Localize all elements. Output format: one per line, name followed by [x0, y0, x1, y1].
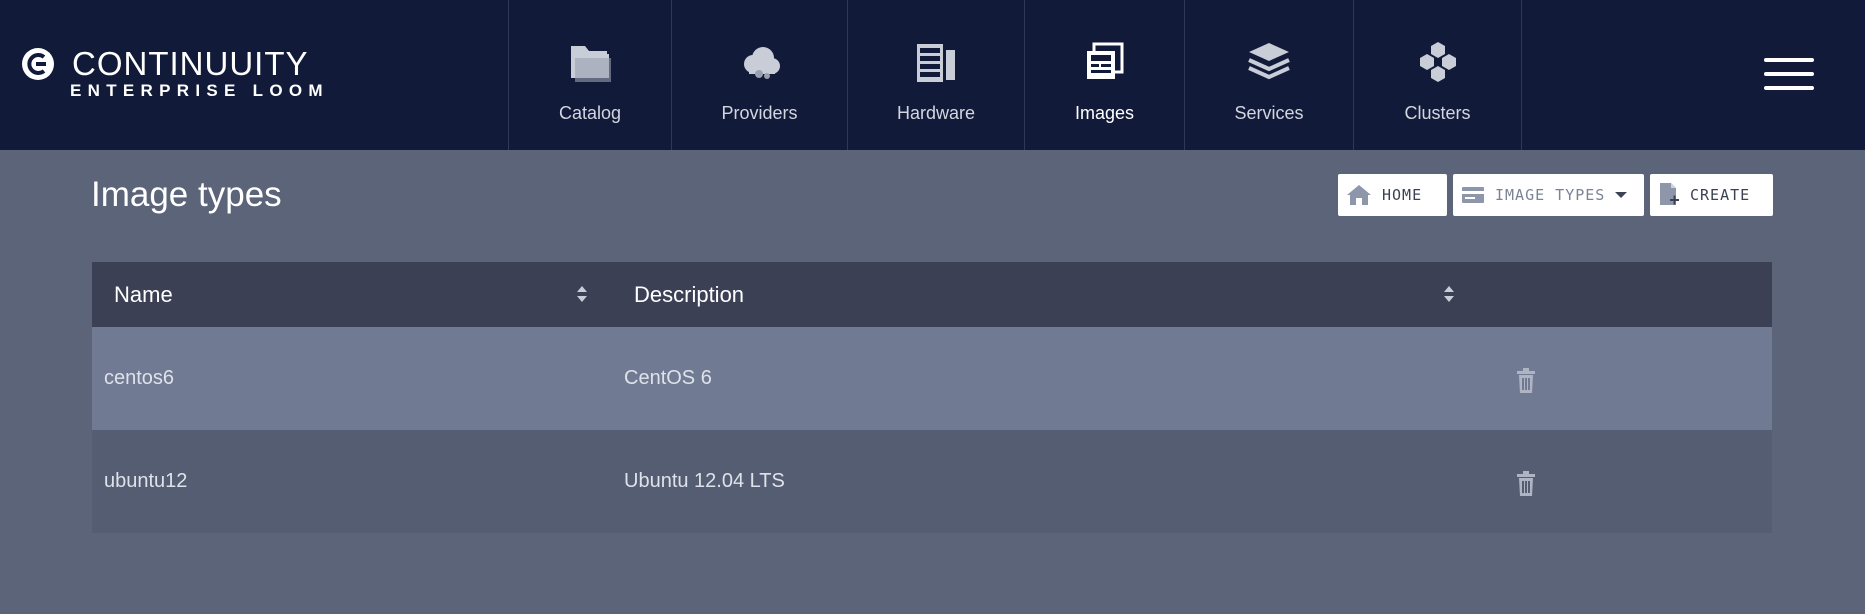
tab-catalog-label: Catalog [558, 103, 622, 123]
cell-name: centos6 [104, 367, 175, 389]
card-icon [1462, 187, 1484, 203]
top-navigation-bar: CONTINUUITY ENTERPRISE LOOM Catalog Prov… [0, 0, 1865, 150]
image-types-dropdown[interactable]: IMAGE TYPES [1453, 174, 1644, 216]
table-header: Name Description [92, 262, 1772, 327]
image-types-table: Name Description centos6 CentOS 6 ubuntu… [92, 262, 1772, 533]
home-button-label: HOME [1382, 186, 1423, 204]
chevron-down-icon [1615, 192, 1628, 198]
column-header-name[interactable]: Name [114, 262, 173, 327]
tab-images[interactable]: Images [1024, 0, 1184, 150]
cell-name: ubuntu12 [104, 470, 188, 492]
cubes-icon [1419, 42, 1456, 82]
sort-icon[interactable] [575, 282, 589, 306]
tab-providers[interactable]: Providers [671, 0, 847, 150]
brand-logo[interactable]: CONTINUUITY ENTERPRISE LOOM [20, 44, 350, 104]
tab-hardware-label: Hardware [896, 103, 976, 123]
continuuity-logo-icon [22, 48, 54, 80]
home-icon [1347, 185, 1371, 205]
tab-clusters-label: Clusters [1404, 103, 1471, 123]
sort-icon[interactable] [1442, 282, 1456, 306]
tab-hardware[interactable]: Hardware [847, 0, 1024, 150]
home-button[interactable]: HOME [1338, 174, 1447, 216]
trash-icon[interactable] [1514, 470, 1538, 498]
tab-services[interactable]: Services [1184, 0, 1353, 150]
image-types-label: IMAGE TYPES [1495, 186, 1606, 204]
table-row[interactable]: ubuntu12 Ubuntu 12.04 LTS [92, 430, 1772, 533]
tab-clusters[interactable]: Clusters [1353, 0, 1522, 150]
tab-images-label: Images [1074, 103, 1135, 123]
create-button-label: CREATE [1690, 186, 1751, 204]
brand-title: CONTINUUITY [72, 45, 309, 82]
tab-services-label: Services [1234, 103, 1304, 123]
image-stack-icon [1086, 42, 1123, 79]
add-file-icon [1660, 183, 1679, 205]
tab-catalog[interactable]: Catalog [508, 0, 671, 150]
layers-icon [1248, 43, 1290, 80]
create-button[interactable]: CREATE [1650, 174, 1773, 216]
cell-description: Ubuntu 12.04 LTS [624, 470, 785, 492]
column-header-description[interactable]: Description [634, 262, 744, 327]
cloud-icon [743, 47, 780, 79]
cell-description: CentOS 6 [624, 367, 712, 389]
hamburger-menu-icon[interactable] [1764, 58, 1814, 90]
tab-providers-label: Providers [721, 103, 798, 123]
brand-subtitle: ENTERPRISE LOOM [70, 81, 329, 100]
server-rack-icon [917, 44, 955, 82]
page-title: Image types [91, 175, 282, 214]
trash-icon[interactable] [1514, 367, 1538, 395]
folder-icon [571, 46, 611, 82]
main-nav: Catalog Providers Hardware Images Servic… [508, 0, 1522, 150]
table-row[interactable]: centos6 CentOS 6 [92, 327, 1772, 430]
